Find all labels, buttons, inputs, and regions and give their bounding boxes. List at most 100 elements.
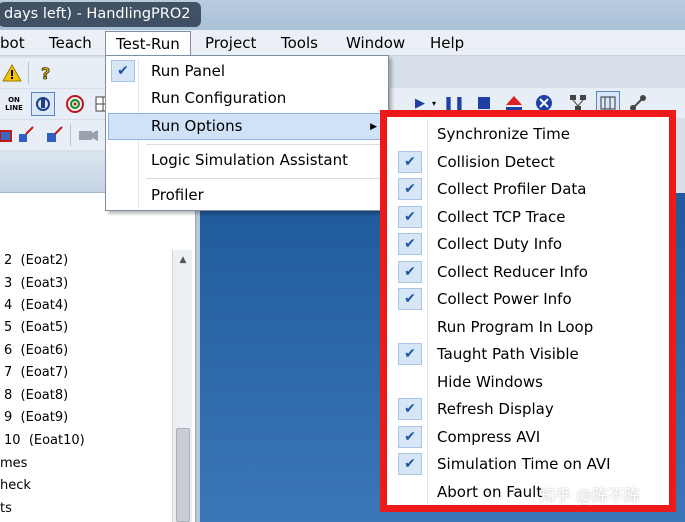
menu-item-logic-simulation-assistant[interactable]: Logic Simulation Assistant [108, 147, 386, 174]
list-item-number: 2 [4, 253, 13, 268]
list-item-name: (Eoat10) [28, 433, 85, 448]
robot-icon[interactable] [31, 92, 55, 116]
menu-project[interactable]: Project [205, 30, 256, 56]
svg-text:?: ? [41, 64, 50, 83]
option-collision-detect[interactable]: ✔ Collision Detect [390, 149, 666, 177]
menu-help[interactable]: Help [430, 30, 464, 56]
tool-list-panel: 2 (Eoat2) 3 (Eoat3) 4 (Eoat4) 5 (Eoat5) … [0, 193, 196, 522]
camera-icon[interactable] [76, 123, 100, 147]
submenu-arrow-icon: ▶ [370, 122, 377, 132]
list-item[interactable]: 2 (Eoat2) [4, 250, 68, 272]
list-item[interactable]: 8 (Eoat8) [4, 385, 68, 407]
list-scrollbar[interactable]: ▲ [172, 250, 192, 522]
check-icon: ✔ [398, 453, 422, 475]
menu-item-label: Logic Simulation Assistant [151, 151, 348, 169]
check-icon: ✔ [398, 150, 422, 173]
option-label: Collect Reducer Info [437, 262, 588, 281]
option-label: Collision Detect [437, 152, 555, 171]
check-icon: ✔ [398, 178, 422, 200]
toolbar-row-1: ? [0, 58, 110, 88]
menu-window[interactable]: Window [346, 30, 405, 56]
option-label: Simulation Time on AVI [437, 455, 611, 473]
list-item[interactable]: 3 (Eoat3) [4, 273, 68, 295]
list-item-number: 7 [4, 365, 13, 380]
online-icon[interactable]: ON LINE [2, 92, 26, 116]
menu-item-label: Run Configuration [151, 89, 287, 107]
menu-teach[interactable]: Teach [49, 30, 92, 56]
help-icon[interactable]: ? [34, 61, 58, 85]
list-item-number: 10 [4, 433, 21, 448]
warning-icon[interactable] [0, 61, 24, 85]
menu-item-label: Run Options [151, 117, 243, 135]
menu-item-profiler[interactable]: Profiler [108, 182, 386, 209]
target-icon[interactable] [63, 92, 87, 116]
menu-robot[interactable]: bot [0, 30, 25, 56]
menu-tools[interactable]: Tools [281, 30, 318, 56]
option-label: Collect Duty Info [437, 235, 563, 253]
check-icon: ✔ [398, 343, 422, 365]
option-run-program-in-loop[interactable]: Run Program In Loop [390, 314, 666, 342]
list-item[interactable]: 10 (Eoat10) [4, 430, 85, 452]
option-synchronize-time[interactable]: Synchronize Time [390, 121, 666, 149]
option-hide-windows[interactable]: Hide Windows [390, 369, 666, 397]
menu-test-run[interactable]: Test-Run [105, 31, 191, 58]
list-item-name: (Eoat9) [20, 410, 69, 425]
option-collect-duty-info[interactable]: ✔ Collect Duty Info [390, 231, 666, 259]
menu-separator [146, 144, 382, 145]
toolbar-row-2: ON LINE [0, 89, 111, 119]
option-label: Taught Path Visible [437, 345, 579, 363]
toolbar-separator [70, 124, 71, 146]
check-icon: ✔ [111, 60, 135, 82]
transform-icon[interactable] [42, 123, 66, 147]
menu-item-run-configuration[interactable]: Run Configuration [108, 85, 386, 112]
menu-item-run-options[interactable]: Run Options ▶ [108, 113, 386, 140]
list-item[interactable]: 9 (Eoat9) [4, 407, 68, 429]
list-item[interactable]: heck [0, 475, 31, 497]
scroll-up-icon[interactable]: ▲ [173, 250, 193, 270]
list-item[interactable]: mes [0, 453, 27, 475]
list-item-number: 4 [4, 298, 13, 313]
menu-item-label: Profiler [151, 186, 204, 204]
list-item[interactable]: 7 (Eoat7) [4, 362, 68, 384]
check-icon: ✔ [398, 260, 422, 283]
list-item-name: (Eoat7) [20, 365, 69, 380]
test-run-menu: ✔ Run Panel Run Configuration Run Option… [105, 55, 389, 211]
list-item-name: (Eoat5) [20, 320, 69, 335]
option-collect-tcp-trace[interactable]: ✔ Collect TCP Trace [390, 204, 666, 232]
list-item[interactable]: 4 (Eoat4) [4, 295, 68, 317]
list-item[interactable]: 5 (Eoat5) [4, 317, 68, 339]
option-collect-profiler-data[interactable]: ✔ Collect Profiler Data [390, 176, 666, 204]
toolbar-row-3 [0, 120, 110, 150]
list-item[interactable]: 6 (Eoat6) [4, 340, 68, 362]
option-label: Abort on Fault [437, 482, 543, 501]
toolbar-separator [28, 62, 29, 84]
menu-item-label: Run Panel [151, 62, 225, 80]
list-item-name: (Eoat2) [20, 253, 69, 268]
watermark: 知乎 @陈不陈 [539, 486, 641, 505]
scroll-thumb[interactable] [176, 428, 190, 522]
option-label: Collect Profiler Data [437, 180, 587, 198]
list-item-name: (Eoat6) [20, 343, 69, 358]
option-label: Synchronize Time [437, 125, 570, 143]
online-label-2: LINE [5, 104, 23, 112]
option-taught-path-visible[interactable]: ✔ Taught Path Visible [390, 341, 666, 369]
check-icon: ✔ [398, 233, 422, 255]
list-item-number: 8 [4, 388, 13, 403]
option-compress-avi[interactable]: ✔ Compress AVI [390, 424, 666, 452]
option-collect-power-info[interactable]: ✔ Collect Power Info [390, 286, 666, 314]
option-refresh-display[interactable]: ✔ Refresh Display [390, 396, 666, 424]
check-icon: ✔ [398, 398, 422, 420]
option-simulation-time-on-avi[interactable]: ✔ Simulation Time on AVI [390, 451, 666, 479]
menu-bar: bot Teach Test-Run Project Tools Window … [0, 30, 685, 58]
check-icon: ✔ [398, 205, 422, 228]
option-collect-reducer-info[interactable]: ✔ Collect Reducer Info [390, 259, 666, 287]
list-item-number: 9 [4, 410, 13, 425]
list-item-number: 3 [4, 276, 13, 291]
list-item-number: 6 [4, 343, 13, 358]
check-icon: ✔ [398, 425, 422, 448]
move-icon[interactable] [14, 123, 38, 147]
list-item[interactable]: ts [0, 498, 12, 520]
option-label: Refresh Display [437, 400, 554, 418]
option-label: Hide Windows [437, 372, 543, 391]
menu-item-run-panel[interactable]: ✔ Run Panel [108, 58, 386, 85]
